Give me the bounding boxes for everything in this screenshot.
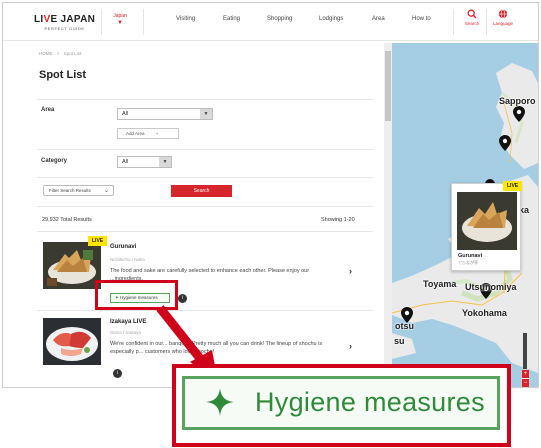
- hygiene-zoom-callout: Hygiene measures: [172, 364, 511, 447]
- sparkle-icon: [206, 388, 234, 416]
- hygiene-zoom-tag: Hygiene measures: [182, 376, 500, 430]
- hygiene-zoom-label: Hygiene measures: [255, 387, 485, 417]
